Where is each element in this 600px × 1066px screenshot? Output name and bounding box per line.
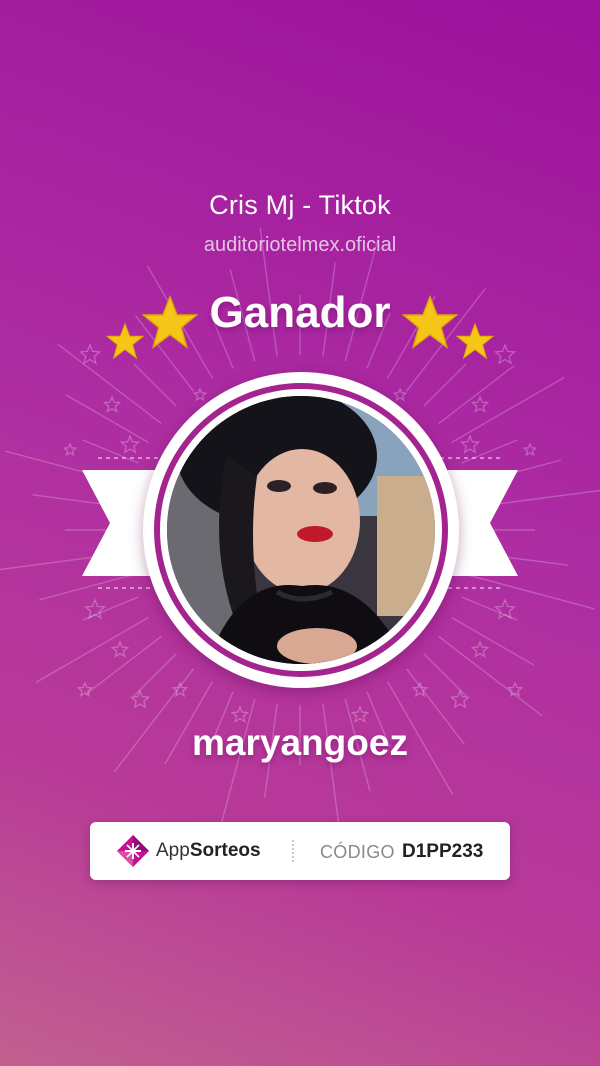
brand-footer: AppSorteos CÓDIGO D1PP233 [90,822,510,880]
avatar [167,396,435,664]
code-label: CÓDIGO [320,842,395,862]
winner-username: maryangoez [192,722,408,763]
footer-divider [292,840,294,862]
brand-prefix: App [156,840,190,861]
code-value: D1PP233 [402,841,484,862]
brand-name: AppSorteos [156,840,261,862]
winner-card: Cris Mj - Tiktok auditoriotelmex.oficial… [0,0,600,1066]
avatar-photo [167,396,435,664]
brand-suffix: Sorteos [189,840,261,861]
appsorteos-logo-icon [117,835,149,867]
